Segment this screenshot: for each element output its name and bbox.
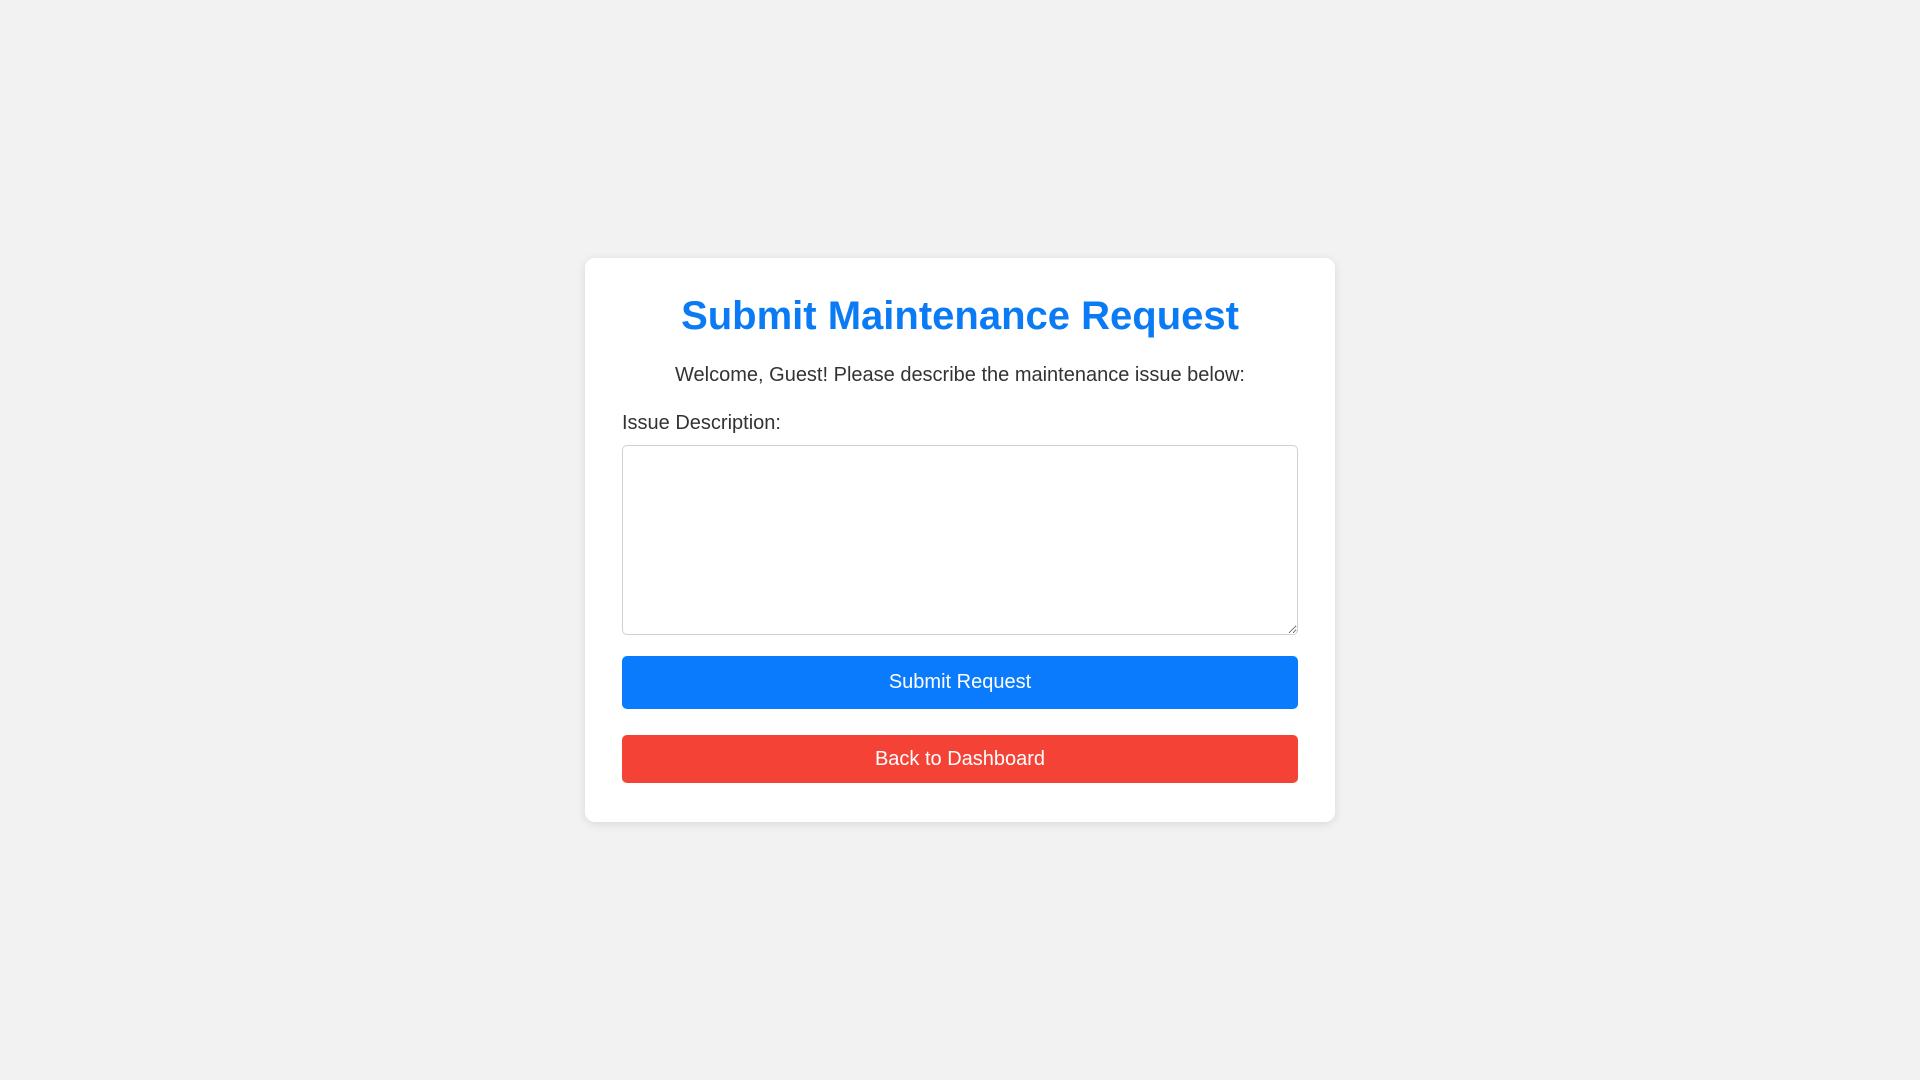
maintenance-request-card: Submit Maintenance Request Welcome, Gues… (585, 258, 1335, 822)
page-title: Submit Maintenance Request (681, 294, 1239, 338)
issue-description-label: Issue Description: (622, 412, 781, 434)
welcome-message: Welcome, Guest! Please describe the main… (675, 364, 1245, 386)
issue-description-textarea[interactable] (622, 445, 1298, 635)
page: Submit Maintenance Request Welcome, Gues… (0, 0, 1920, 1080)
back-to-dashboard-button[interactable]: Back to Dashboard (622, 735, 1298, 783)
submit-request-button[interactable]: Submit Request (622, 656, 1298, 709)
